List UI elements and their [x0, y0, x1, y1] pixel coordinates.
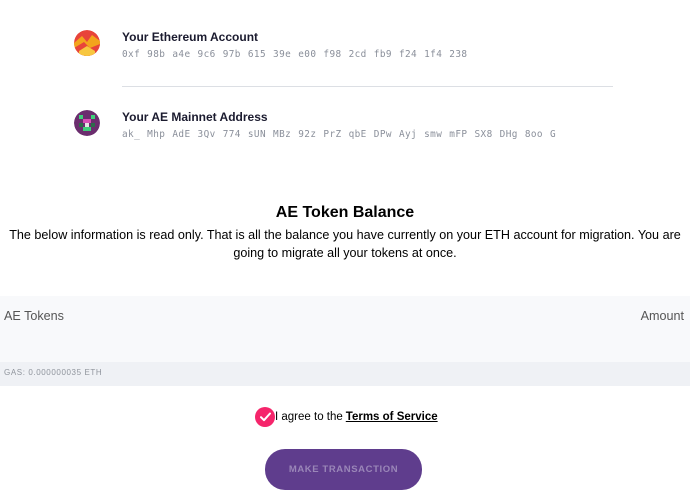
checkmark-icon	[259, 412, 271, 422]
token-table-header: AE Tokens Amount	[0, 296, 690, 362]
make-transaction-button[interactable]: MAKE TRANSACTION	[265, 449, 422, 490]
terms-agreement: I agree to the Terms of Service	[255, 407, 438, 427]
ethereum-identicon	[74, 30, 100, 56]
agree-checkbox[interactable]	[255, 407, 275, 427]
balance-title: AE Token Balance	[275, 204, 415, 221]
ae-identicon	[74, 110, 100, 136]
ethereum-account-address: 0xf 98b a4e 9c6 97b 615 39e e00 f98 2cd …	[122, 49, 468, 60]
ae-account-address: ak_ Mhp AdE 3Qv 774 sUN MBz 92z PrZ qbE …	[122, 129, 557, 140]
agree-prefix: I agree to the	[275, 411, 343, 423]
ae-account-title: Your AE Mainnet Address	[122, 110, 268, 124]
agree-label: I agree to the Terms of Service	[275, 411, 438, 423]
column-header-amount: Amount	[640, 309, 684, 323]
column-header-tokens: AE Tokens	[4, 309, 64, 323]
terms-of-service-link[interactable]: Terms of Service	[346, 411, 438, 423]
gas-fee: GAS: 0.000000035 ETH	[0, 362, 690, 386]
ethereum-account-row: Your Ethereum Account 0xf 98b a4e 9c6 97…	[74, 30, 467, 60]
ae-account-row: Your AE Mainnet Address ak_ Mhp AdE 3Qv …	[74, 110, 556, 140]
divider	[122, 86, 613, 87]
ethereum-account-title: Your Ethereum Account	[122, 30, 259, 44]
balance-description: The below information is read only. That…	[9, 228, 681, 260]
